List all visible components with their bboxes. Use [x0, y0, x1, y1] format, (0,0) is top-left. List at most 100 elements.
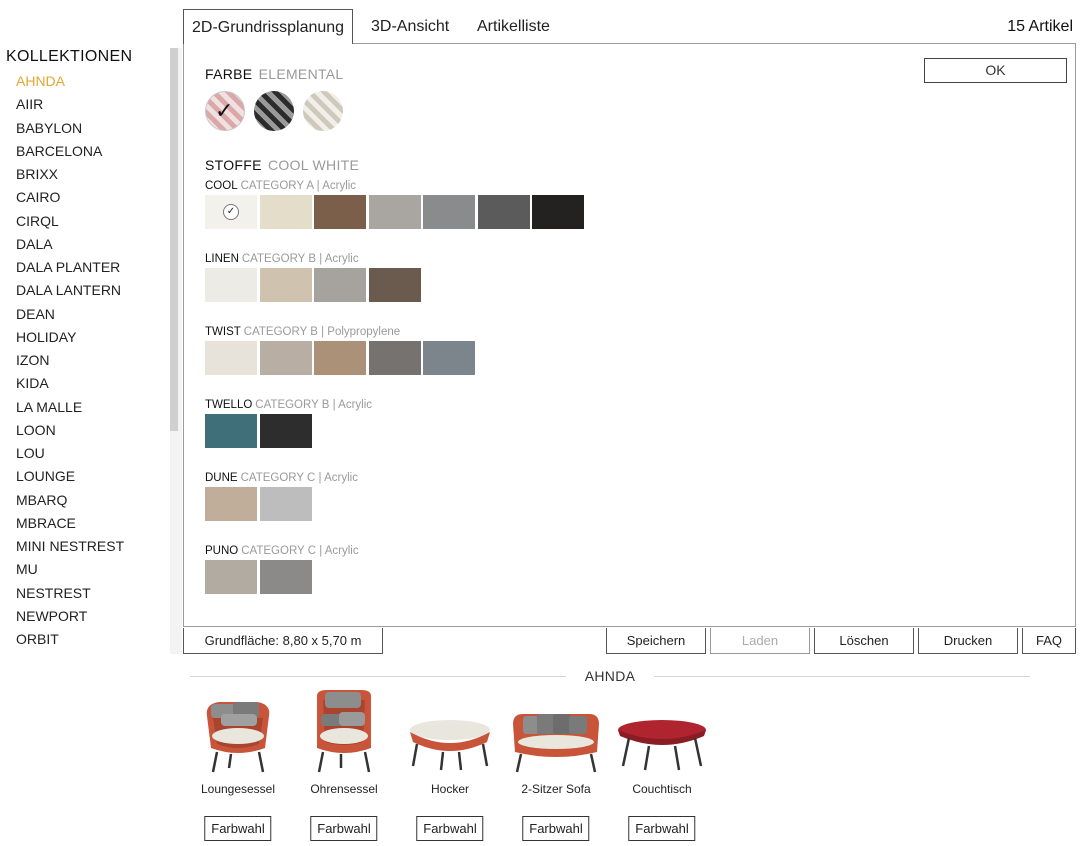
fabric-swatch[interactable] [314, 268, 366, 302]
farbwahl-button[interactable]: Farbwahl [310, 816, 378, 841]
sidebar-item-lounge[interactable]: LOUNGE [16, 465, 124, 488]
farbwahl-button[interactable]: Farbwahl [628, 816, 696, 841]
fabric-swatch[interactable] [259, 414, 312, 448]
fabric-swatch[interactable] [314, 341, 366, 375]
fabric-swatch[interactable] [205, 268, 257, 302]
faq-button[interactable]: FAQ [1022, 628, 1076, 654]
fabric-label-twello: TWELLO CATEGORY B | Acrylic [205, 399, 372, 411]
farbwahl-button[interactable]: Farbwahl [416, 816, 484, 841]
sidebar-item-kida[interactable]: KIDA [16, 372, 124, 395]
sidebar-item-dala-lantern[interactable]: DALA LANTERN [16, 279, 124, 302]
fabric-name: LINEN [205, 253, 239, 265]
fabric-swatch[interactable] [368, 195, 421, 229]
sidebar-item-mini-nestrest[interactable]: MINI NESTREST [16, 535, 124, 558]
fabric-swatch[interactable]: ✓ [205, 195, 257, 229]
sidebar-scrollbar[interactable] [170, 48, 182, 654]
product-name: 2-Sitzer Sofa [521, 782, 591, 796]
fabric-swatch[interactable] [259, 268, 312, 302]
sidebar-item-holiday[interactable]: HOLIDAY [16, 326, 124, 349]
fabric-name: DUNE [205, 472, 238, 484]
hocker-image[interactable] [397, 686, 503, 778]
color-swatch-dark[interactable] [254, 91, 294, 131]
sidebar-item-barcelona[interactable]: BARCELONA [16, 140, 124, 163]
fabric-name: PUNO [205, 545, 239, 557]
sidebar-item-cairo[interactable]: CAIRO [16, 186, 124, 209]
fabric-swatch[interactable] [314, 195, 366, 229]
fabric-swatch[interactable] [532, 195, 584, 229]
product-2-sitzer-sofa: 2-Sitzer Sofa Farbwahl [503, 686, 609, 846]
ohrensessel-image[interactable] [291, 686, 397, 778]
sidebar-item-izon[interactable]: IZON [16, 349, 124, 372]
farbe-heading: FARBE ELEMENTAL [205, 66, 344, 82]
collections-sidebar: KOLLEKTIONEN AHNDA AIIR BABYLON BARCELONA BR… [0, 44, 180, 654]
article-count: 15 Artikel [1007, 18, 1073, 35]
sidebar-item-mu[interactable]: MU [16, 558, 124, 581]
sidebar-item-dean[interactable]: DEAN [16, 303, 124, 326]
fabric-label-linen: LINEN CATEGORY B | Acrylic [205, 253, 359, 265]
grundflaeche-readout: Grundfläche: 8,80 x 5,70 m [183, 628, 383, 654]
check-icon: ✓ [223, 204, 239, 220]
fabric-swatch[interactable] [205, 487, 257, 521]
product-hocker: Hocker Farbwahl [397, 686, 503, 846]
sidebar-item-newport[interactable]: NEWPORT [16, 605, 124, 628]
stoffe-value: COOL WHITE [267, 157, 360, 173]
tab-artikelliste[interactable]: Artikelliste [469, 9, 558, 43]
fabric-swatch[interactable] [205, 560, 257, 594]
laden-button[interactable]: Laden [710, 628, 810, 654]
fabric-label-cool: COOL CATEGORY A | Acrylic [205, 180, 356, 192]
drucken-button[interactable]: Drucken [918, 628, 1018, 654]
sidebar-item-orbit[interactable]: ORBIT [16, 628, 124, 651]
sidebar-item-nestrest[interactable]: NESTREST [16, 582, 124, 605]
speichern-button[interactable]: Speichern [606, 628, 706, 654]
color-swatch-elemental[interactable]: ✓ [205, 91, 245, 131]
sidebar-item-lou[interactable]: LOU [16, 442, 124, 465]
sidebar-item-mbarq[interactable]: MBARQ [16, 489, 124, 512]
color-selection-panel: OK FARBE ELEMENTAL ✓ STOFFE COOL WHITE C… [183, 43, 1076, 627]
fabric-swatch[interactable] [423, 341, 475, 375]
ok-button[interactable]: OK [924, 58, 1067, 83]
fabric-name: TWIST [205, 326, 241, 338]
tab-3d-ansicht[interactable]: 3D-Ansicht [363, 9, 457, 43]
fabric-swatch[interactable] [259, 341, 312, 375]
sidebar-item-dala-planter[interactable]: DALA PLANTER [16, 256, 124, 279]
fabric-category: CATEGORY B | Polypropylene [243, 326, 401, 338]
color-swatch-light[interactable] [303, 91, 343, 131]
loeschen-button[interactable]: Löschen [814, 628, 914, 654]
sofa-image[interactable] [503, 686, 609, 778]
collections-list: AHNDA AIIR BABYLON BARCELONA BRIXX CAIRO CIRQL… [16, 70, 124, 651]
farbwahl-button[interactable]: Farbwahl [204, 816, 272, 841]
fabric-swatch[interactable] [477, 195, 530, 229]
fabric-swatch[interactable] [205, 341, 257, 375]
sidebar-item-mbrace[interactable]: MBRACE [16, 512, 124, 535]
fabric-category: CATEGORY A | Acrylic [240, 180, 357, 192]
fabric-swatch[interactable] [368, 268, 421, 302]
sidebar-item-babylon[interactable]: BABYLON [16, 117, 124, 140]
tab-2d-grundrissplanung[interactable]: 2D-Grundrissplanung [183, 9, 354, 44]
fabric-swatch[interactable] [368, 341, 421, 375]
loungesessel-image[interactable] [185, 686, 291, 778]
fabric-category: CATEGORY C | Acrylic [241, 545, 359, 557]
product-ohrensessel: Ohrensessel Farbwahl [291, 686, 397, 846]
sidebar-scrollbar-thumb[interactable] [170, 48, 178, 431]
sidebar-item-cirql[interactable]: CIRQL [16, 210, 124, 233]
stoffe-heading: STOFFE COOL WHITE [205, 157, 359, 173]
sidebar-item-dala[interactable]: DALA [16, 233, 124, 256]
fabric-swatch[interactable] [423, 195, 475, 229]
fabric-label-twist: TWIST CATEGORY B | Polypropylene [205, 326, 400, 338]
fabric-swatch[interactable] [259, 560, 312, 594]
fabric-swatch[interactable] [205, 414, 257, 448]
couchtisch-image[interactable] [609, 686, 715, 778]
farbe-label: FARBE [205, 66, 253, 82]
sidebar-item-loon[interactable]: LOON [16, 419, 124, 442]
fabric-label-puno: PUNO CATEGORY C | Acrylic [205, 545, 359, 557]
sidebar-item-brixx[interactable]: BRIXX [16, 163, 124, 186]
fabric-swatch[interactable] [259, 487, 312, 521]
product-couchtisch: Couchtisch Farbwahl [609, 686, 715, 846]
sidebar-item-ahnda[interactable]: AHNDA [16, 70, 124, 93]
farbwahl-button[interactable]: Farbwahl [522, 816, 590, 841]
collection-name: AHNDA [584, 668, 636, 684]
check-icon: ✓ [215, 98, 234, 123]
sidebar-item-la-malle[interactable]: LA MALLE [16, 396, 124, 419]
fabric-swatch[interactable] [259, 195, 312, 229]
sidebar-item-aiir[interactable]: AIIR [16, 93, 124, 116]
